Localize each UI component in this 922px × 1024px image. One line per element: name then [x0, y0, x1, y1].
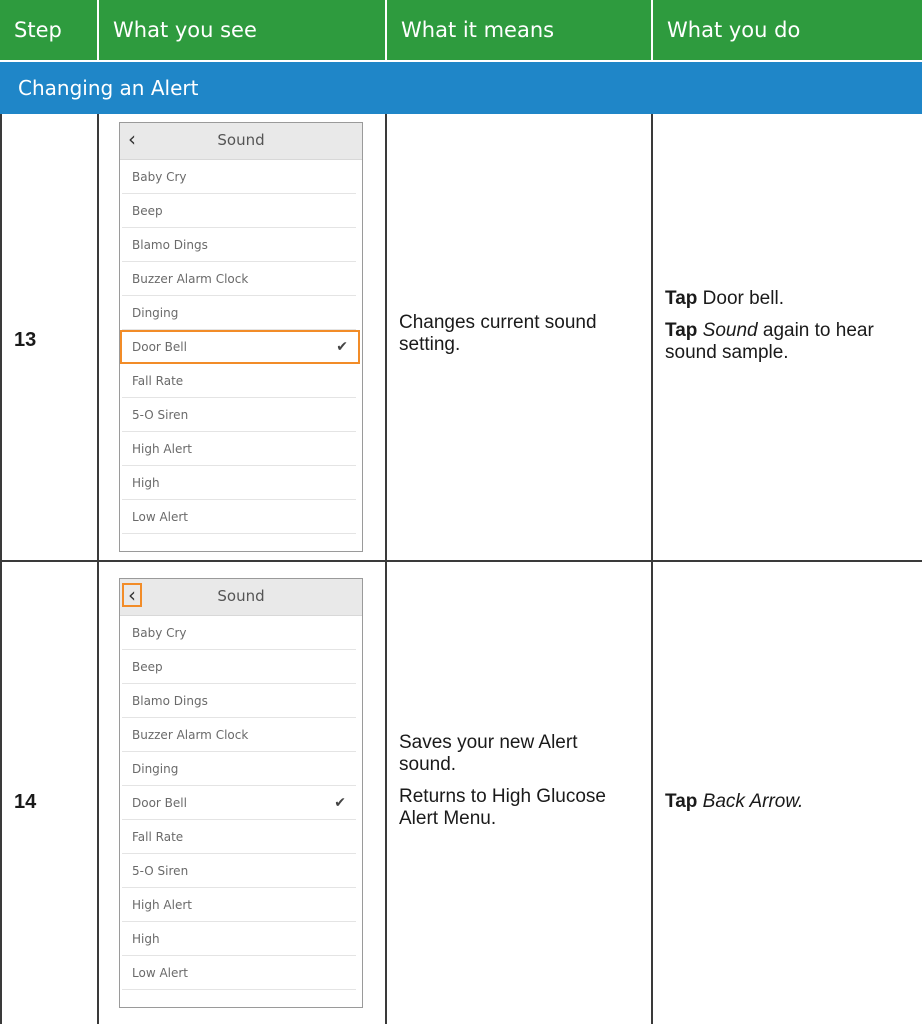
list-item[interactable]: Buzzer Alarm Clock [122, 262, 356, 296]
list-item[interactable]: Fall Rate [122, 364, 356, 398]
checkmark-icon: ✔ [334, 794, 346, 811]
what-it-means-cell: Changes current sound setting. [387, 114, 653, 560]
list-item[interactable]: High [122, 466, 356, 500]
phone-screenshot: ‹ Sound Baby Cry Beep Blamo Dings Buzzer… [119, 578, 363, 1008]
list-item-selected[interactable]: Door Bell ✔ [122, 786, 356, 820]
header-what-it-means: What it means [387, 0, 651, 60]
step-number: 14 [14, 791, 37, 813]
list-item[interactable]: Fall Rate [122, 820, 356, 854]
list-item[interactable]: 5-O Siren [122, 398, 356, 432]
action-text: Tap Door bell. Tap Sound again to hear s… [665, 288, 874, 363]
sound-list: Baby Cry Beep Blamo Dings Buzzer Alarm C… [120, 160, 362, 534]
phone-header: ‹ Sound [120, 123, 362, 160]
list-item[interactable]: 5-O Siren [122, 854, 356, 888]
what-you-see-cell: ‹ Sound Baby Cry Beep Blamo Dings Buzzer… [99, 114, 387, 560]
what-you-see-cell: ‹ Sound Baby Cry Beep Blamo Dings Buzzer… [99, 562, 387, 1024]
instruction-table: Step What you see What it means What you… [0, 0, 922, 1024]
header-what-you-do: What you do [653, 0, 922, 60]
action-text: Tap Back Arrow. [665, 791, 804, 812]
list-item[interactable]: Dinging [122, 752, 356, 786]
list-item[interactable]: Low Alert [122, 956, 356, 990]
meaning-text: Changes current sound setting. [399, 312, 597, 355]
checkmark-icon: ✔ [336, 339, 348, 355]
header-step: Step [0, 0, 97, 60]
table-row-step-14: 14 ‹ Sound Baby Cry Beep Blamo Dings Buz… [0, 562, 922, 1024]
step-cell: 14 [0, 562, 99, 1024]
list-item[interactable]: Dinging [122, 296, 356, 330]
table-row-step-13: 13 ‹ Sound Baby Cry Beep Blamo Dings Buz… [0, 114, 922, 560]
list-item[interactable]: Beep [122, 194, 356, 228]
list-item[interactable]: High Alert [122, 432, 356, 466]
list-item[interactable]: Beep [122, 650, 356, 684]
list-item-selected[interactable]: Door Bell ✔ [120, 330, 360, 364]
what-you-do-cell: Tap Back Arrow. [653, 562, 922, 1024]
phone-screenshot: ‹ Sound Baby Cry Beep Blamo Dings Buzzer… [119, 122, 363, 552]
phone-header: ‹ Sound [120, 579, 362, 616]
list-item[interactable]: Blamo Dings [122, 228, 356, 262]
phone-title: Sound [217, 131, 265, 149]
meaning-text: Saves your new Alert sound. Returns to H… [399, 732, 606, 829]
list-item[interactable]: Buzzer Alarm Clock [122, 718, 356, 752]
list-item[interactable]: Blamo Dings [122, 684, 356, 718]
list-item[interactable]: High [122, 922, 356, 956]
list-item[interactable]: Baby Cry [122, 160, 356, 194]
step-cell: 13 [0, 114, 99, 560]
what-you-do-cell: Tap Door bell. Tap Sound again to hear s… [653, 114, 922, 560]
section-title: Changing an Alert [0, 62, 922, 114]
list-item[interactable]: Baby Cry [122, 616, 356, 650]
phone-title: Sound [217, 587, 265, 605]
header-what-you-see: What you see [99, 0, 385, 60]
list-item[interactable]: High Alert [122, 888, 356, 922]
what-it-means-cell: Saves your new Alert sound. Returns to H… [387, 562, 653, 1024]
list-item[interactable]: Low Alert [122, 500, 356, 534]
step-number: 13 [14, 329, 37, 351]
sound-list: Baby Cry Beep Blamo Dings Buzzer Alarm C… [120, 616, 362, 990]
